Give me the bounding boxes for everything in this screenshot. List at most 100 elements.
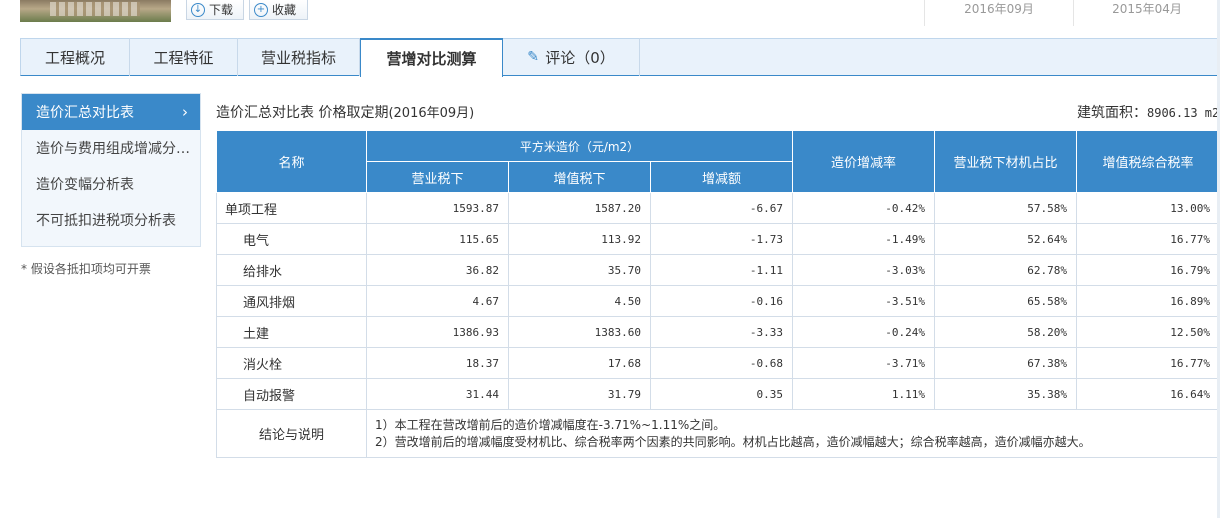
cell-tax-rate: 12.50% [1076,316,1220,348]
tab-project-overview[interactable]: 工程概况 [21,38,130,76]
row-name: 给排水 [216,254,367,286]
project-thumbnail [20,0,171,22]
sidebar-note: * 假设各抵扣项均可开票 [21,262,151,276]
cell-material-ratio: 65.58% [934,285,1077,317]
conclusion-line: 2）营改增前后的增减幅度受材机比、综合税率两个因素的共同影响。材机占比越高，造价… [375,434,1091,449]
table-row: 消火栓 18.37 17.68 -0.68 -3.71% 67.38% 16.77% [216,347,1220,379]
cell-before: 115.65 [366,223,509,255]
table-row: 电气 115.65 113.92 -1.73 -1.49% 52.64% 16.77% [216,223,1220,255]
date-column-2: 2015年04月 [1073,0,1220,26]
sidebar-nav: 造价汇总对比表 › 造价与费用组成增减分… 造价变幅分析表 不可抵扣进税项分析表 [21,93,201,247]
table-row: 给排水 36.82 35.70 -1.11 -3.03% 62.78% 16.79% [216,254,1220,286]
page-title: 造价汇总对比表 价格取定期(2016年09月) [216,102,474,122]
cell-material-ratio: 62.78% [934,254,1077,286]
sidebar-item-label: 不可抵扣进税项分析表 [36,213,176,229]
tab-vat-comparison[interactable]: 营增对比测算 [360,38,503,77]
header-rate: 造价增减率 [792,130,935,193]
cell-after: 1383.60 [508,316,651,348]
cell-tax-rate: 16.64% [1076,378,1220,410]
title-period: (2016年09月) [388,106,475,121]
favorite-button[interactable]: + 收藏 [249,0,308,20]
cell-rate: -3.71% [792,347,935,379]
cell-before: 4.67 [366,285,509,317]
row-name: 消火栓 [216,347,367,379]
header-before: 营业税下 [366,161,509,193]
cell-diff: 0.35 [650,378,793,410]
row-name: 自动报警 [216,378,367,410]
cell-tax-rate: 16.77% [1076,347,1220,379]
cell-material-ratio: 52.64% [934,223,1077,255]
cell-diff: -0.16 [650,285,793,317]
cell-after: 35.70 [508,254,651,286]
sidebar-item-label: 造价变幅分析表 [36,177,134,193]
cell-after: 1587.20 [508,192,651,224]
row-name: 单项工程 [216,192,367,224]
header-name: 名称 [216,130,367,193]
pencil-icon: ✎ [527,49,539,65]
cell-after: 113.92 [508,223,651,255]
cell-before: 1593.87 [366,192,509,224]
cell-after: 31.79 [508,378,651,410]
cell-material-ratio: 58.20% [934,316,1077,348]
cell-before: 18.37 [366,347,509,379]
sidebar-item-non-deductible[interactable]: 不可抵扣进税项分析表 [22,202,200,238]
table-row: 单项工程 1593.87 1587.20 -6.67 -0.42% 57.58% 13.00… [216,192,1220,224]
date-column-1: 2016年09月 [924,0,1073,26]
cell-rate: -1.49% [792,223,935,255]
cell-after: 17.68 [508,347,651,379]
cell-diff: -3.33 [650,316,793,348]
sidebar-item-cost-summary[interactable]: 造价汇总对比表 › [22,94,200,130]
cell-material-ratio: 35.38% [934,378,1077,410]
tab-label: 评论（0） [545,48,615,67]
cell-tax-rate: 16.79% [1076,254,1220,286]
conclusion-label: 结论与说明 [216,409,367,458]
favorite-label: 收藏 [272,3,297,17]
cell-diff: -0.68 [650,347,793,379]
tab-business-tax-indicators[interactable]: 营业税指标 [238,38,360,76]
title-text: 造价汇总对比表 价格取定期 [216,105,389,121]
header-diff: 增减额 [650,161,793,193]
cell-rate: -0.24% [792,316,935,348]
row-name: 土建 [216,316,367,348]
table-row: 自动报警 31.44 31.79 0.35 1.11% 35.38% 16.64% [216,378,1220,410]
cell-rate: -3.51% [792,285,935,317]
cell-tax-rate: 13.00% [1076,192,1220,224]
cost-summary-table: 名称 平方米造价（元/m2） 造价增减率 营业税下材机占比 增值税综合税率 营业… [216,130,1220,458]
cell-diff: -6.67 [650,192,793,224]
conclusion-row: 结论与说明 1）本工程在营改增前后的造价增减幅度在-3.71%~1.11%之间。… [216,409,1220,458]
row-name: 电气 [216,223,367,255]
area-label: 建筑面积： [1077,105,1147,121]
tab-label: 营增对比测算 [386,50,477,68]
cell-tax-rate: 16.77% [1076,223,1220,255]
cell-material-ratio: 67.38% [934,347,1077,379]
cell-diff: -1.73 [650,223,793,255]
cell-tax-rate: 16.89% [1076,285,1220,317]
tab-label: 工程特征 [153,48,214,67]
tab-label: 营业税指标 [260,48,336,67]
download-button[interactable]: ↓ 下载 [186,0,244,20]
conclusion-text: 1）本工程在营改增前后的造价增减幅度在-3.71%~1.11%之间。 2）营改增… [366,409,1220,458]
table-row: 通风排烟 4.67 4.50 -0.16 -3.51% 65.58% 16.89% [216,285,1220,317]
sidebar-item-cost-variation[interactable]: 造价变幅分析表 [22,166,200,202]
cell-before: 31.44 [366,378,509,410]
cell-before: 1386.93 [366,316,509,348]
conclusion-line: 1）本工程在营改增前后的造价增减幅度在-3.71%~1.11%之间。 [375,417,726,432]
cell-material-ratio: 57.58% [934,192,1077,224]
sidebar-item-cost-composition[interactable]: 造价与费用组成增减分… [22,130,200,166]
tab-label: 工程概况 [44,48,105,67]
download-icon: ↓ [191,2,205,17]
chevron-right-icon: › [182,103,188,121]
date-label: 2016年09月 [964,2,1034,16]
building-area: 建筑面积：8906.13 m2 [1077,102,1219,122]
cell-before: 36.82 [366,254,509,286]
cell-after: 4.50 [508,285,651,317]
tab-project-features[interactable]: 工程特征 [130,38,238,76]
cell-rate: 1.11% [792,378,935,410]
download-label: 下载 [209,3,234,17]
row-name: 通风排烟 [216,285,367,317]
sidebar-item-label: 造价汇总对比表 [36,105,134,121]
sidebar-item-label: 造价与费用组成增减分… [36,141,190,157]
tab-comments[interactable]: ✎ 评论（0） [503,38,640,76]
header-after: 增值税下 [508,161,651,193]
table-row: 土建 1386.93 1383.60 -3.33 -0.24% 58.20% 12.50% [216,316,1220,348]
